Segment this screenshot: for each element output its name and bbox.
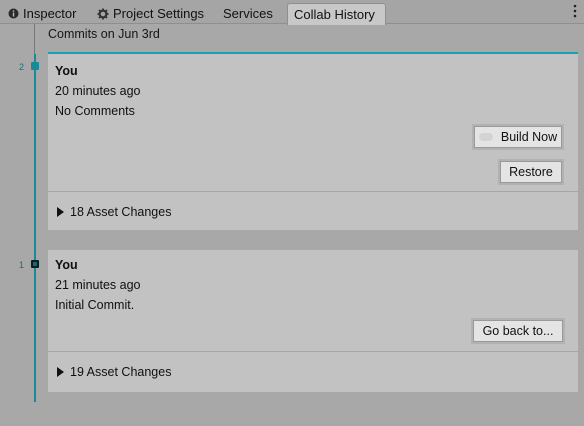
commit-number: 1 <box>19 260 25 270</box>
asset-changes-label: 18 Asset Changes <box>70 205 172 219</box>
commit-number: 2 <box>19 62 25 72</box>
commit-time: 20 minutes ago <box>55 84 141 98</box>
tab-label: Project Settings <box>113 6 205 21</box>
tab-inspector[interactable]: Inspector <box>2 3 82 24</box>
window-tab-bar: Inspector Project Settings Services Coll… <box>0 0 584 25</box>
commit-message: Initial Commit. <box>55 298 135 312</box>
tab-label: Inspector <box>23 6 77 21</box>
info-icon <box>8 8 19 19</box>
commit-node <box>31 62 39 70</box>
commit-card: You 21 minutes ago Initial Commit. Go ba… <box>48 250 578 392</box>
asset-changes-toggle[interactable]: 19 Asset Changes <box>57 365 171 379</box>
build-now-button[interactable]: Build Now <box>474 126 562 148</box>
commit-author: You <box>55 258 78 272</box>
tab-services[interactable]: Services <box>217 3 279 24</box>
gear-icon <box>97 8 109 20</box>
divider <box>48 191 578 192</box>
timeline-line-top <box>34 24 35 54</box>
asset-changes-label: 19 Asset Changes <box>70 365 172 379</box>
tab-collab-history[interactable]: Collab History <box>287 3 386 25</box>
restore-button[interactable]: Restore <box>500 161 562 183</box>
tab-project-settings[interactable]: Project Settings <box>91 3 210 24</box>
tab-label: Collab History <box>294 7 375 22</box>
button-label: Go back to... <box>482 324 554 338</box>
kebab-menu-icon[interactable] <box>572 4 578 20</box>
expand-arrow-icon <box>57 207 64 217</box>
cloud-icon <box>478 133 493 141</box>
commit-card: You 20 minutes ago No Comments Build Now… <box>48 52 578 230</box>
tab-label: Services <box>223 6 273 21</box>
commit-author: You <box>55 64 78 78</box>
expand-arrow-icon <box>57 367 64 377</box>
asset-changes-toggle[interactable]: 18 Asset Changes <box>57 205 171 219</box>
timeline-line <box>34 54 36 402</box>
commit-node <box>31 260 39 268</box>
go-back-button[interactable]: Go back to... <box>473 320 563 342</box>
commit-time: 21 minutes ago <box>55 278 141 292</box>
button-label: Restore <box>509 165 553 179</box>
commit-message: No Comments <box>55 104 135 118</box>
button-label: Build Now <box>500 130 558 144</box>
date-header: Commits on Jun 3rd <box>48 27 160 41</box>
divider <box>48 351 578 352</box>
